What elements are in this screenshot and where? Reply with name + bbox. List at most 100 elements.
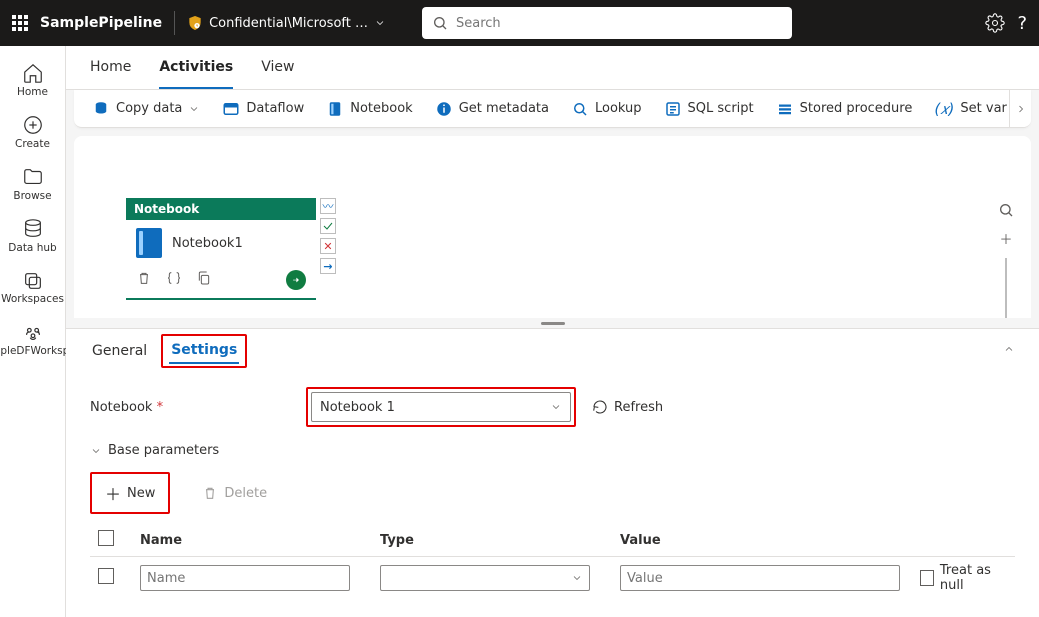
workspace-item-icon [22, 322, 44, 344]
main-area: Home Activities View Copy data Dataflow … [66, 46, 1039, 617]
panel-tabs: General Settings [90, 329, 1015, 373]
zoom-search[interactable] [992, 196, 1020, 224]
sproc-icon [776, 100, 794, 118]
param-name-input[interactable] [140, 565, 350, 591]
pipeline-canvas[interactable]: Notebook Notebook1 〰 ✕ → ＋ － [74, 136, 1031, 318]
sql-icon [664, 100, 682, 118]
row-checkbox[interactable] [98, 568, 114, 584]
copy-data-icon [92, 100, 110, 118]
ribbon-label: Set var [960, 101, 1006, 116]
ribbon-label: Lookup [595, 101, 642, 116]
search-icon [432, 15, 448, 31]
rail-datahub[interactable]: Data hub [0, 212, 65, 260]
node-status-icons: 〰 ✕ → [320, 198, 336, 274]
gear-icon[interactable] [985, 13, 1005, 33]
search-box[interactable] [422, 7, 792, 39]
zoom-controls: ＋ － [991, 196, 1021, 318]
search-input[interactable] [456, 16, 782, 31]
database-icon [22, 218, 44, 240]
rail-create[interactable]: Create [0, 108, 65, 156]
notebook-select[interactable]: Notebook 1 [311, 392, 571, 422]
chevron-down-icon [90, 445, 102, 457]
workspace-picker[interactable]: Confidential\Microsoft … [187, 15, 386, 31]
run-button[interactable] [286, 270, 306, 290]
base-parameters-toggle[interactable]: Base parameters [90, 443, 1015, 458]
ribbon-scroll-right[interactable] [1009, 90, 1031, 127]
new-parameter-button[interactable]: ＋ New [97, 477, 163, 509]
page-tab-activities[interactable]: Activities [159, 46, 233, 89]
info-icon [435, 100, 453, 118]
chevron-up-icon [1003, 343, 1015, 355]
ribbon-set-variable[interactable]: (𝑥) Set var [934, 100, 1007, 118]
ribbon-sql-script[interactable]: SQL script [664, 100, 754, 118]
highlight-new: ＋ New [90, 472, 170, 514]
divider [174, 11, 175, 35]
ribbon-stored-proc[interactable]: Stored procedure [776, 100, 913, 118]
ribbon-notebook[interactable]: Notebook [326, 100, 412, 118]
zoom-in[interactable]: ＋ [992, 224, 1020, 252]
col-value: Value [612, 524, 912, 557]
panel-collapse-button[interactable] [1003, 343, 1015, 359]
chevron-right-icon [1015, 103, 1027, 115]
param-value-input[interactable] [620, 565, 900, 591]
rail-home[interactable]: Home [0, 56, 65, 104]
status-success-icon[interactable] [320, 218, 336, 234]
details-panel: General Settings Notebook * Notebook 1 R… [66, 328, 1039, 617]
chevron-down-icon [374, 17, 386, 29]
refresh-button[interactable]: Refresh [592, 399, 663, 415]
status-fail-icon[interactable]: ✕ [320, 238, 336, 254]
param-type-select[interactable] [380, 565, 590, 591]
select-all-checkbox[interactable] [98, 530, 114, 546]
page-tab-home[interactable]: Home [90, 46, 131, 89]
ribbon-label: Dataflow [246, 101, 304, 116]
delete-icon[interactable] [136, 270, 152, 286]
rail-sample-workspace[interactable]: SampleDFWorkspace [0, 316, 65, 364]
ribbon-label: SQL script [688, 101, 754, 116]
notebook-select-value: Notebook 1 [320, 400, 395, 415]
panel-resize-grip[interactable] [66, 318, 1039, 328]
ribbon-copy-data[interactable]: Copy data [92, 100, 200, 118]
ribbon-get-metadata[interactable]: Get metadata [435, 100, 549, 118]
folder-icon [22, 166, 44, 188]
null-checkbox[interactable] [920, 570, 934, 586]
workspace-name: Confidential\Microsoft … [209, 16, 368, 31]
new-label: New [127, 486, 155, 501]
workspaces-icon [22, 270, 44, 292]
pipeline-title: SamplePipeline [40, 15, 162, 31]
arrow-right-icon [291, 275, 301, 285]
ribbon-label: Notebook [350, 101, 412, 116]
panel-tab-general[interactable]: General [90, 339, 149, 363]
braces-icon[interactable] [166, 270, 182, 286]
top-bar: SamplePipeline Confidential\Microsoft … … [0, 0, 1039, 46]
activity-node-notebook[interactable]: Notebook Notebook1 [126, 198, 316, 300]
chevron-down-icon [550, 401, 562, 413]
highlight-notebook-select: Notebook 1 [306, 387, 576, 427]
status-activity-icon[interactable]: 〰 [320, 198, 336, 214]
ribbon-label: Stored procedure [800, 101, 913, 116]
rail-label: Browse [13, 190, 51, 202]
col-name: Name [132, 524, 372, 557]
highlight-settings: Settings [161, 334, 247, 368]
variable-icon: (𝑥) [934, 100, 954, 118]
activity-ribbon: Copy data Dataflow Notebook Get metadata… [74, 90, 1031, 128]
left-rail: Home Create Browse Data hub Workspaces S… [0, 46, 66, 617]
rail-workspaces[interactable]: Workspaces [0, 264, 65, 312]
ribbon-lookup[interactable]: Lookup [571, 100, 642, 118]
notebook-icon [136, 228, 162, 258]
delete-icon [202, 485, 218, 501]
plus-icon: ＋ [105, 481, 121, 505]
status-skip-icon[interactable]: → [320, 258, 336, 274]
ribbon-dataflow[interactable]: Dataflow [222, 100, 304, 118]
zoom-slider[interactable] [1005, 258, 1007, 318]
page-tab-view[interactable]: View [261, 46, 294, 89]
notebook-field-label: Notebook * [90, 400, 290, 415]
rail-browse[interactable]: Browse [0, 160, 65, 208]
col-type: Type [372, 524, 612, 557]
help-icon[interactable]: ? [1017, 13, 1027, 34]
app-launcher-icon[interactable] [12, 15, 28, 31]
rail-label: Home [17, 86, 48, 98]
treat-as-null[interactable]: Treat as null [920, 563, 1007, 593]
copy-icon[interactable] [196, 270, 212, 286]
panel-tab-settings[interactable]: Settings [169, 338, 239, 364]
delete-parameter-button[interactable]: Delete [194, 481, 275, 505]
